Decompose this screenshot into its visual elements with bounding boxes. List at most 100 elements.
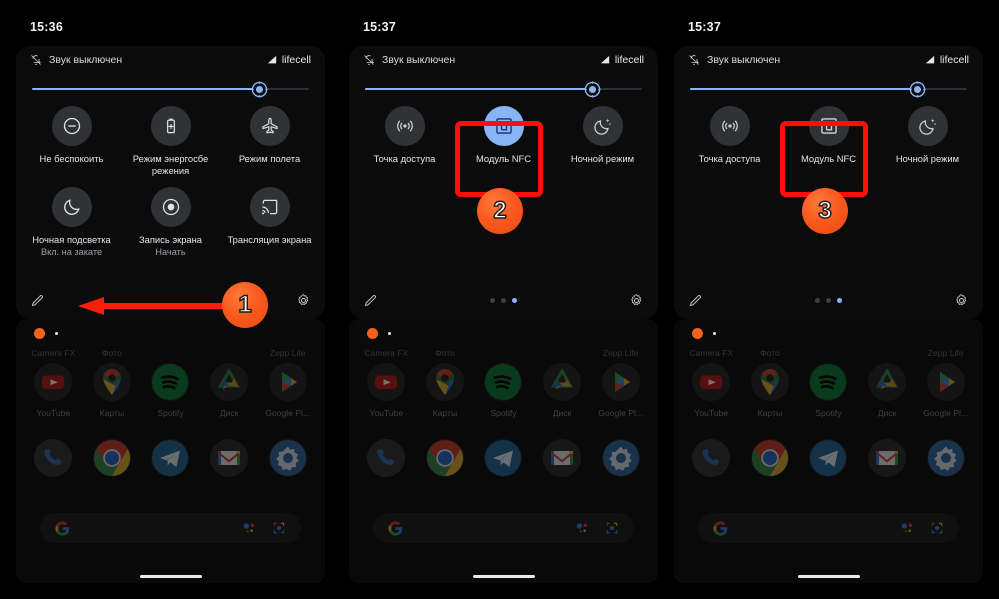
app-telegram[interactable] bbox=[474, 439, 533, 477]
google-search-bar[interactable] bbox=[373, 513, 634, 543]
quick-settings-shade[interactable]: Звук выключен lifecell bbox=[16, 46, 325, 319]
widget-bar[interactable] bbox=[680, 321, 977, 346]
bell-off-icon bbox=[364, 55, 375, 65]
navigation-bar bbox=[16, 575, 325, 578]
app-gmail[interactable] bbox=[533, 439, 592, 477]
app-icon bbox=[34, 363, 73, 401]
spotify-icon bbox=[810, 364, 847, 400]
app-phone[interactable] bbox=[24, 439, 83, 477]
app-maps[interactable]: Карты bbox=[416, 363, 475, 418]
tile-night-mode[interactable]: Ночной режим bbox=[553, 106, 652, 165]
app-telegram[interactable] bbox=[141, 439, 200, 477]
app-drive[interactable]: Диск bbox=[200, 363, 259, 418]
telegram-icon bbox=[810, 440, 847, 476]
app-google-play[interactable]: Google Pl... bbox=[916, 363, 975, 418]
app-drive[interactable]: Диск bbox=[533, 363, 592, 418]
app-maps[interactable]: Карты bbox=[741, 363, 800, 418]
pencil-icon[interactable] bbox=[30, 293, 45, 308]
carrier-label: lifecell bbox=[614, 54, 644, 66]
app-phone[interactable] bbox=[357, 439, 416, 477]
phone-screenshot-3: 15:37 Звук выключен lifecell Точка досту… bbox=[666, 8, 991, 591]
app-chrome[interactable] bbox=[83, 439, 142, 477]
gear-icon[interactable] bbox=[296, 293, 311, 308]
app-icon bbox=[210, 363, 249, 401]
home-screen: Camera FX Фото Zepp Life YouTube Карты S… bbox=[674, 319, 983, 583]
assistant-icon[interactable] bbox=[899, 520, 915, 536]
app-telegram[interactable] bbox=[799, 439, 858, 477]
brightness-slider[interactable] bbox=[32, 76, 309, 102]
home-gesture-pill[interactable] bbox=[139, 575, 202, 578]
app-label: Google Pl... bbox=[598, 408, 644, 418]
slider-knob[interactable] bbox=[909, 81, 926, 98]
app-icon bbox=[151, 439, 190, 477]
app-gmail[interactable] bbox=[858, 439, 917, 477]
app-settings[interactable] bbox=[591, 439, 650, 477]
app-settings[interactable] bbox=[258, 439, 317, 477]
app-label: Карты bbox=[432, 408, 458, 418]
tile-battery-saver[interactable]: Режим энергосбе режения bbox=[121, 106, 220, 177]
app-icon bbox=[92, 439, 131, 477]
tile-do-not-disturb[interactable]: Не беспокоить bbox=[22, 106, 121, 177]
widget-dot-orange bbox=[34, 328, 45, 339]
tile-night-light[interactable]: Ночная подсветка Вкл. на закате bbox=[22, 187, 121, 258]
app-drive[interactable]: Диск bbox=[858, 363, 917, 418]
app-google-play[interactable]: Google Pl... bbox=[591, 363, 650, 418]
home-gesture-pill[interactable] bbox=[472, 575, 535, 578]
app-spotify[interactable]: Spotify bbox=[474, 363, 533, 418]
app-youtube[interactable]: YouTube bbox=[357, 363, 416, 418]
app-icon bbox=[543, 363, 582, 401]
signal-bars-icon bbox=[925, 55, 934, 64]
google-g-icon bbox=[713, 521, 728, 536]
assistant-icon[interactable] bbox=[241, 520, 257, 536]
tile-hotspot[interactable]: Точка доступа bbox=[355, 106, 454, 165]
app-chrome[interactable] bbox=[416, 439, 475, 477]
app-phone[interactable] bbox=[682, 439, 741, 477]
pencil-icon[interactable] bbox=[688, 293, 703, 308]
google-search-bar[interactable] bbox=[40, 513, 301, 543]
gear-icon[interactable] bbox=[629, 293, 644, 308]
slider-knob[interactable] bbox=[251, 81, 268, 98]
assistant-icon[interactable] bbox=[574, 520, 590, 536]
app-chrome[interactable] bbox=[741, 439, 800, 477]
widget-dot-white bbox=[713, 332, 716, 335]
app-settings[interactable] bbox=[916, 439, 975, 477]
pencil-icon[interactable] bbox=[363, 293, 378, 308]
lens-icon[interactable] bbox=[271, 520, 287, 536]
app-google-play[interactable]: Google Pl... bbox=[258, 363, 317, 418]
tile-night-mode[interactable]: Ночной режим bbox=[878, 106, 977, 165]
gear-icon[interactable] bbox=[954, 293, 969, 308]
app-spotify[interactable]: Spotify bbox=[799, 363, 858, 418]
tile-cast-screen[interactable]: Трансляция экрана bbox=[220, 187, 319, 258]
brightness-slider[interactable] bbox=[690, 76, 967, 102]
app-gmail[interactable] bbox=[200, 439, 259, 477]
app-youtube[interactable]: YouTube bbox=[24, 363, 83, 418]
app-spotify[interactable]: Spotify bbox=[141, 363, 200, 418]
page-dots[interactable] bbox=[703, 297, 954, 303]
page-dots[interactable] bbox=[378, 297, 629, 303]
lens-icon[interactable] bbox=[929, 520, 945, 536]
mute-label: Звук выключен bbox=[49, 54, 123, 66]
shade-status-row: Звук выключен lifecell bbox=[674, 46, 983, 74]
mute-status: Звук выключен bbox=[688, 54, 780, 66]
app-label: Spotify bbox=[815, 408, 842, 418]
tile-airplane-mode[interactable]: Режим полета bbox=[220, 106, 319, 177]
home-gesture-pill[interactable] bbox=[797, 575, 860, 578]
do-not-disturb-icon bbox=[63, 117, 80, 135]
brightness-slider[interactable] bbox=[365, 76, 642, 102]
brightness-icon bbox=[584, 81, 601, 98]
app-icon bbox=[268, 363, 307, 401]
lens-icon[interactable] bbox=[604, 520, 620, 536]
app-icon bbox=[484, 439, 523, 477]
widget-bar[interactable] bbox=[355, 321, 652, 346]
app-youtube[interactable]: YouTube bbox=[682, 363, 741, 418]
slider-knob[interactable] bbox=[584, 81, 601, 98]
app-maps[interactable]: Карты bbox=[83, 363, 142, 418]
widget-bar[interactable] bbox=[22, 321, 319, 346]
tile-hotspot[interactable]: Точка доступа bbox=[680, 106, 779, 165]
hotspot-icon bbox=[721, 120, 738, 132]
google-search-bar[interactable] bbox=[698, 513, 959, 543]
tile-label: Точка доступа bbox=[698, 153, 761, 164]
night-mode-icon bbox=[593, 118, 611, 135]
tile-screen-record[interactable]: Запись экрана Начать bbox=[121, 187, 220, 258]
gmail-icon bbox=[210, 439, 249, 477]
